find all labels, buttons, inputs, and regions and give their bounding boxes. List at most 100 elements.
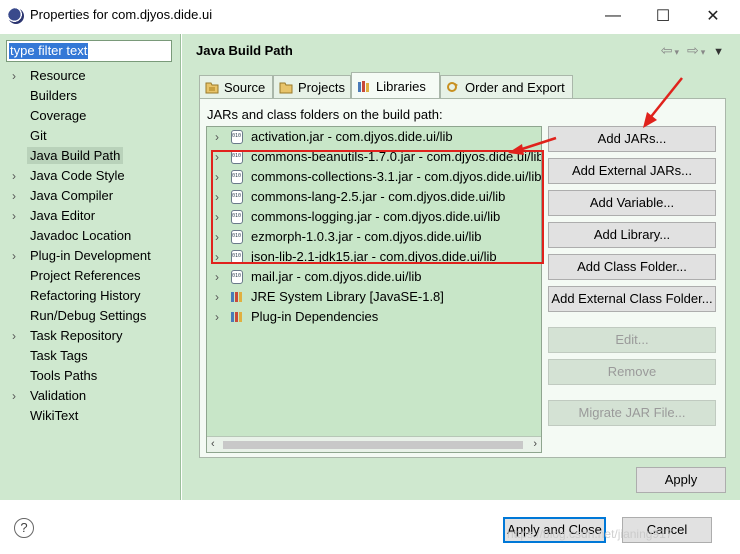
nav-item[interactable]: › Task Repository (0, 326, 181, 346)
build-path-entry-label: activation.jar - com.djyos.dide.ui/lib (251, 129, 453, 144)
add-jars-button[interactable]: Add JARs... (548, 126, 716, 152)
chevron-right-icon[interactable]: › (12, 386, 16, 406)
jar-file-icon (231, 210, 243, 224)
nav-item[interactable]: › Java Code Style (0, 166, 181, 186)
build-path-entry-label: Plug-in Dependencies (251, 309, 379, 324)
library-icon (231, 292, 242, 302)
chevron-right-icon[interactable]: › (215, 147, 219, 167)
history-nav: ⇦▾ ⇨▾ ▼ (661, 42, 726, 59)
horizontal-scrollbar[interactable]: ‹ › (207, 436, 541, 452)
nav-item[interactable]: › Java Compiler (0, 186, 181, 206)
add-external-jars-button[interactable]: Add External JARs... (548, 158, 716, 184)
nav-item[interactable]: › Java Editor (0, 206, 181, 226)
build-path-entry[interactable]: › commons-lang-2.5.jar - com.djyos.dide.u… (207, 187, 541, 207)
chevron-right-icon[interactable]: › (12, 186, 16, 206)
tab-order-and-export[interactable]: Order and Export (440, 75, 573, 98)
nav-item[interactable]: Java Build Path (0, 146, 181, 166)
forward-dropdown-icon[interactable]: ▾ (701, 47, 708, 57)
chevron-right-icon[interactable]: › (215, 127, 219, 147)
remove-button[interactable]: Remove (548, 359, 716, 385)
minimize-button[interactable]: — (590, 0, 636, 32)
chevron-right-icon[interactable]: › (215, 167, 219, 187)
build-path-tree[interactable]: ›activation.jar - com.djyos.dide.ui/lib›… (206, 126, 542, 453)
build-path-entry[interactable]: › JRE System Library [JavaSE-1.8] (207, 287, 541, 307)
scroll-left-icon[interactable]: ‹ (211, 438, 215, 450)
migrate-jar-button[interactable]: Migrate JAR File... (548, 400, 716, 426)
build-path-entry[interactable]: › activation.jar - com.djyos.dide.ui/lib (207, 127, 541, 147)
chevron-right-icon[interactable]: › (215, 207, 219, 227)
build-path-entry-label: mail.jar - com.djyos.dide.ui/lib (251, 269, 422, 284)
chevron-right-icon[interactable]: › (12, 246, 16, 266)
nav-item[interactable]: Task Tags (0, 346, 181, 366)
nav-item-label: Task Repository (30, 328, 123, 343)
nav-item-label: Validation (30, 388, 87, 403)
filter-input[interactable]: type filter text (6, 40, 172, 62)
view-menu-icon[interactable]: ▼ (713, 46, 726, 58)
nav-item[interactable]: › Resource (0, 66, 181, 86)
tab-projects[interactable]: Projects (273, 75, 351, 98)
chevron-right-icon[interactable]: › (12, 66, 16, 86)
build-path-entry[interactable]: › Plug-in Dependencies (207, 307, 541, 327)
build-path-entry-label: ezmorph-1.0.3.jar - com.djyos.dide.ui/li… (251, 229, 482, 244)
jar-file-icon (231, 230, 243, 244)
source-folder-icon (205, 82, 219, 94)
window-title: Properties for com.djyos.dide.ui (30, 7, 213, 22)
jar-file-icon (231, 170, 243, 184)
chevron-right-icon[interactable]: › (12, 326, 16, 346)
add-library-button[interactable]: Add Library... (548, 222, 716, 248)
nav-item[interactable]: Run/Debug Settings (0, 306, 181, 326)
chevron-right-icon[interactable]: › (215, 287, 219, 307)
chevron-right-icon[interactable]: › (12, 206, 16, 226)
nav-item[interactable]: Git (0, 126, 181, 146)
library-icon (231, 312, 242, 322)
nav-item-label: Resource (30, 68, 86, 83)
tab-source[interactable]: Source (199, 75, 273, 98)
watermark-text: https://blog.csdn.net/jianing917 (507, 527, 673, 541)
nav-item-label: Coverage (30, 108, 87, 123)
nav-item-label: Java Build Path (27, 147, 124, 164)
nav-item-label: Javadoc Location (30, 228, 132, 243)
nav-item[interactable]: Tools Paths (0, 366, 181, 386)
chevron-right-icon[interactable]: › (12, 166, 16, 186)
add-variable-button[interactable]: Add Variable... (548, 190, 716, 216)
scroll-right-icon[interactable]: › (533, 438, 537, 450)
projects-folder-icon (279, 82, 293, 94)
nav-item[interactable]: Coverage (0, 106, 181, 126)
chevron-right-icon[interactable]: › (215, 247, 219, 267)
jar-file-icon (231, 250, 243, 264)
nav-item-label: Task Tags (30, 348, 88, 363)
build-path-entry[interactable]: › json-lib-2.1-jdk15.jar - com.djyos.dide… (207, 247, 541, 267)
build-path-entry[interactable]: › commons-beanutils-1.7.0.jar - com.djyos… (207, 147, 541, 167)
nav-item[interactable]: Project References (0, 266, 181, 286)
chevron-right-icon[interactable]: › (215, 187, 219, 207)
back-dropdown-icon[interactable]: ▾ (675, 47, 682, 57)
maximize-button[interactable]: ☐ (640, 0, 686, 32)
tab-libraries[interactable]: Libraries (351, 72, 440, 99)
nav-item[interactable]: › Validation (0, 386, 181, 406)
jar-file-icon (231, 130, 243, 144)
forward-arrow-icon[interactable]: ⇨ (687, 42, 701, 58)
build-path-entry[interactable]: › mail.jar - com.djyos.dide.ui/lib (207, 267, 541, 287)
nav-item[interactable]: WikiText (0, 406, 181, 426)
chevron-right-icon[interactable]: › (215, 267, 219, 287)
close-button[interactable]: ✕ (690, 0, 736, 32)
apply-button[interactable]: Apply (636, 467, 726, 493)
chevron-right-icon[interactable]: › (215, 307, 219, 327)
scrollbar-thumb[interactable] (223, 441, 523, 449)
chevron-right-icon[interactable]: › (215, 227, 219, 247)
build-path-entry[interactable]: › commons-logging.jar - com.djyos.dide.ui… (207, 207, 541, 227)
nav-item[interactable]: › Plug-in Development (0, 246, 181, 266)
nav-item[interactable]: Javadoc Location (0, 226, 181, 246)
build-path-entry[interactable]: › ezmorph-1.0.3.jar - com.djyos.dide.ui/l… (207, 227, 541, 247)
nav-item[interactable]: Refactoring History (0, 286, 181, 306)
title-bar: Properties for com.djyos.dide.ui — ☐ ✕ (0, 0, 740, 32)
edit-button[interactable]: Edit... (548, 327, 716, 353)
back-arrow-icon[interactable]: ⇦ (661, 42, 675, 58)
nav-item-label: Tools Paths (30, 368, 98, 383)
nav-item-label: Run/Debug Settings (30, 308, 147, 323)
add-external-class-folder-button[interactable]: Add External Class Folder... (548, 286, 716, 312)
nav-item[interactable]: Builders (0, 86, 181, 106)
help-icon[interactable]: ? (14, 518, 34, 538)
add-class-folder-button[interactable]: Add Class Folder... (548, 254, 716, 280)
build-path-entry[interactable]: › commons-collections-3.1.jar - com.djyos… (207, 167, 541, 187)
